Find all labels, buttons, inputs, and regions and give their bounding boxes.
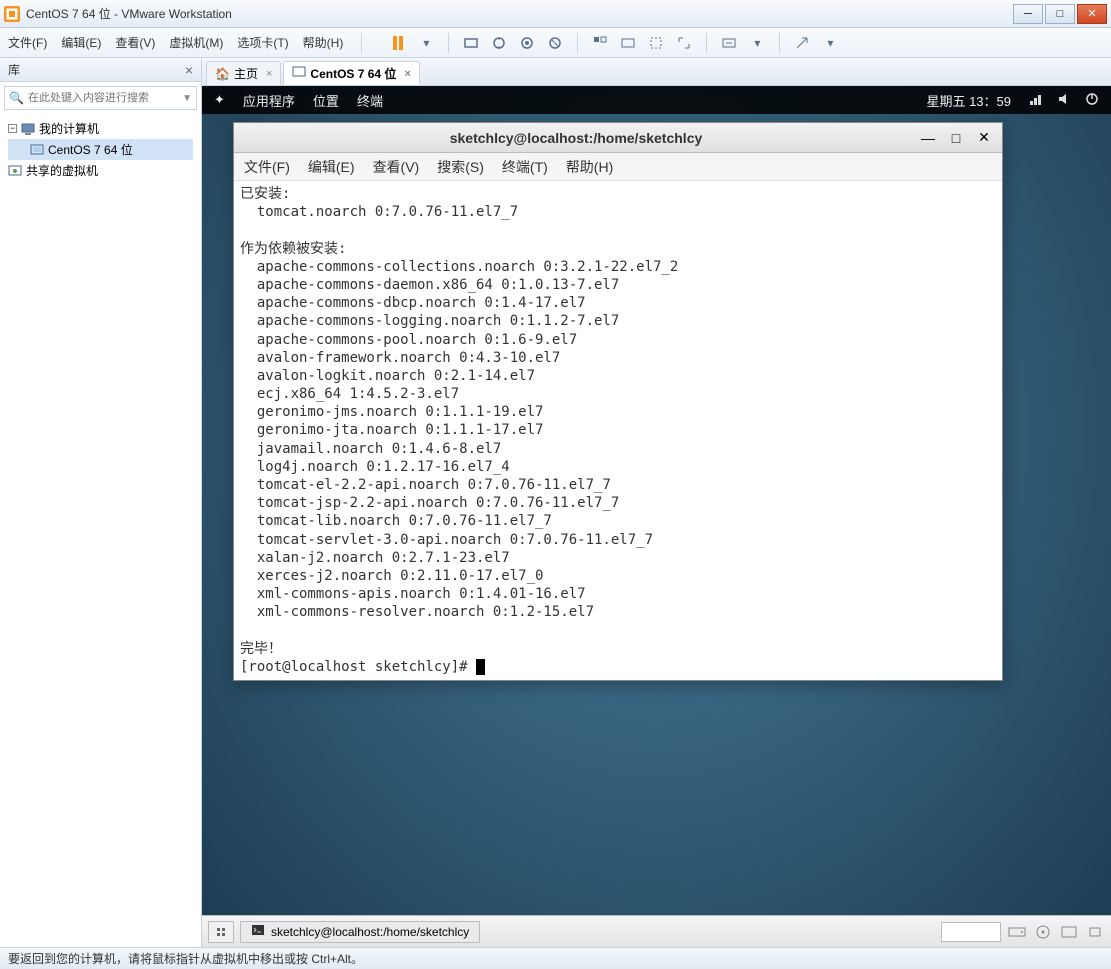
send-ctrlaltdel-icon[interactable] [461, 33, 481, 53]
menu-tabs[interactable]: 选项卡(T) [237, 34, 288, 51]
network-icon[interactable] [1029, 92, 1043, 109]
tab-active-label: CentOS 7 64 位 [310, 65, 396, 82]
minimize-button[interactable]: ─ [1013, 4, 1043, 24]
gnome-activities-icon[interactable]: ✦ [214, 92, 225, 108]
sidebar-title: 库 [8, 61, 20, 78]
volume-icon[interactable] [1057, 92, 1071, 109]
vm-dock-button[interactable] [208, 921, 234, 943]
fullscreen-icon[interactable] [590, 33, 610, 53]
vm-taskbar: sketchlcy@localhost:/home/sketchlcy [202, 915, 1111, 947]
gnome-apps[interactable]: 应用程序 [243, 91, 295, 110]
gnome-tray [1029, 92, 1099, 109]
sidebar-close-icon[interactable]: × [185, 62, 193, 78]
term-menu-help[interactable]: 帮助(H) [566, 157, 613, 177]
net-icon[interactable] [1059, 924, 1079, 940]
menu-view[interactable]: 查看(V) [115, 34, 155, 51]
search-icon: 🔍 [9, 91, 24, 105]
dropdown3-icon[interactable]: ▾ [820, 33, 840, 53]
tab-close-icon[interactable]: × [404, 68, 410, 80]
term-menu-terminal[interactable]: 终端(T) [502, 157, 548, 177]
menu-help[interactable]: 帮助(H) [303, 34, 344, 51]
tab-centos[interactable]: CentOS 7 64 位 × [283, 61, 419, 85]
home-icon: 🏠 [215, 67, 230, 81]
vm-desktop[interactable]: ✦ 应用程序 位置 终端 星期五 13：59 sketchlcy@localho… [202, 86, 1111, 947]
terminal-minimize-icon[interactable]: — [918, 128, 938, 148]
tab-home-label: 主页 [234, 65, 258, 82]
tree-child-label: CentOS 7 64 位 [48, 141, 133, 158]
vm-tray-box[interactable] [941, 922, 1001, 942]
stretch-icon[interactable] [674, 33, 694, 53]
tree-root-label: 我的计算机 [39, 120, 99, 137]
snapshot-icon[interactable] [489, 33, 509, 53]
tab-close-icon[interactable]: × [266, 68, 272, 80]
cd-icon[interactable] [1033, 924, 1053, 940]
tree-collapse-icon[interactable]: − [8, 124, 17, 133]
tree-my-computer[interactable]: − 我的计算机 [8, 118, 193, 139]
terminal-close-icon[interactable]: ✕ [974, 128, 994, 148]
snapshot-revert-icon[interactable] [545, 33, 565, 53]
power-icon[interactable] [1085, 92, 1099, 109]
search-dropdown-icon[interactable]: ▼ [182, 93, 192, 104]
window-titlebar: CentOS 7 64 位 - VMware Workstation ─ □ ✕ [0, 0, 1111, 28]
vm-tab-icon [292, 65, 306, 82]
shared-icon [8, 164, 22, 178]
vm-icon [30, 143, 44, 157]
close-button[interactable]: ✕ [1077, 4, 1107, 24]
tree-shared-vms[interactable]: 共享的虚拟机 [8, 160, 193, 181]
terminal-title: sketchlcy@localhost:/home/sketchlcy [242, 130, 910, 146]
status-hint: 要返回到您的计算机，请将鼠标指针从虚拟机中移出或按 Ctrl+Alt。 [8, 950, 363, 967]
menubar: 文件(F) 编辑(E) 查看(V) 虚拟机(M) 选项卡(T) 帮助(H) ▾ … [0, 28, 1111, 58]
gnome-terminal-label[interactable]: 终端 [357, 91, 383, 110]
unity-icon[interactable] [618, 33, 638, 53]
search-input[interactable] [28, 92, 182, 104]
dropdown2-icon[interactable]: ▾ [747, 33, 767, 53]
gnome-clock[interactable]: 星期五 13：59 [926, 91, 1011, 110]
computer-icon [21, 122, 35, 136]
gnome-top-bar: ✦ 应用程序 位置 终端 星期五 13：59 [202, 86, 1111, 114]
statusbar: 要返回到您的计算机，请将鼠标指针从虚拟机中移出或按 Ctrl+Alt。 [0, 947, 1111, 969]
cycle-icon[interactable] [719, 33, 739, 53]
tree-centos-vm[interactable]: CentOS 7 64 位 [8, 139, 193, 160]
usb-icon[interactable] [1085, 924, 1105, 940]
terminal-maximize-icon[interactable]: □ [946, 128, 966, 148]
term-menu-view[interactable]: 查看(V) [373, 157, 420, 177]
snapshot-manage-icon[interactable] [517, 33, 537, 53]
tab-strip: 🏠 主页 × CentOS 7 64 位 × [202, 58, 1111, 86]
terminal-window: sketchlcy@localhost:/home/sketchlcy — □ … [233, 122, 1003, 681]
term-menu-edit[interactable]: 编辑(E) [308, 157, 355, 177]
content-area: 🏠 主页 × CentOS 7 64 位 × ✦ 应用程序 位置 终端 星期五 … [202, 58, 1111, 947]
console-view-icon[interactable] [646, 33, 666, 53]
vm-tree: − 我的计算机 CentOS 7 64 位 共享的虚拟机 [0, 114, 201, 185]
tree-shared-label: 共享的虚拟机 [26, 162, 98, 179]
taskbar-task-label: sketchlcy@localhost:/home/sketchlcy [271, 925, 469, 939]
expand-icon[interactable] [792, 33, 812, 53]
term-menu-search[interactable]: 搜索(S) [437, 157, 484, 177]
gnome-places[interactable]: 位置 [313, 91, 339, 110]
dropdown-icon[interactable]: ▾ [416, 33, 436, 53]
menu-edit[interactable]: 编辑(E) [61, 34, 101, 51]
terminal-output[interactable]: 已安装: tomcat.noarch 0:7.0.76-11.el7_7 作为依… [234, 181, 1002, 680]
terminal-titlebar[interactable]: sketchlcy@localhost:/home/sketchlcy — □ … [234, 123, 1002, 153]
terminal-task-icon [251, 923, 265, 940]
search-box[interactable]: 🔍 ▼ [4, 86, 197, 110]
library-sidebar: 库 × 🔍 ▼ − 我的计算机 CentOS 7 64 位 [0, 58, 202, 947]
pause-icon[interactable] [388, 33, 408, 53]
tab-home[interactable]: 🏠 主页 × [206, 61, 281, 85]
sidebar-header: 库 × [0, 58, 201, 82]
maximize-button[interactable]: □ [1045, 4, 1075, 24]
vmware-icon [4, 6, 20, 22]
terminal-menubar: 文件(F) 编辑(E) 查看(V) 搜索(S) 终端(T) 帮助(H) [234, 153, 1002, 181]
taskbar-terminal-item[interactable]: sketchlcy@localhost:/home/sketchlcy [240, 921, 480, 943]
term-menu-file[interactable]: 文件(F) [244, 157, 290, 177]
menu-file[interactable]: 文件(F) [8, 34, 47, 51]
disk-icon[interactable] [1007, 924, 1027, 940]
window-title: CentOS 7 64 位 - VMware Workstation [26, 5, 1013, 22]
menu-vm[interactable]: 虚拟机(M) [169, 34, 223, 51]
